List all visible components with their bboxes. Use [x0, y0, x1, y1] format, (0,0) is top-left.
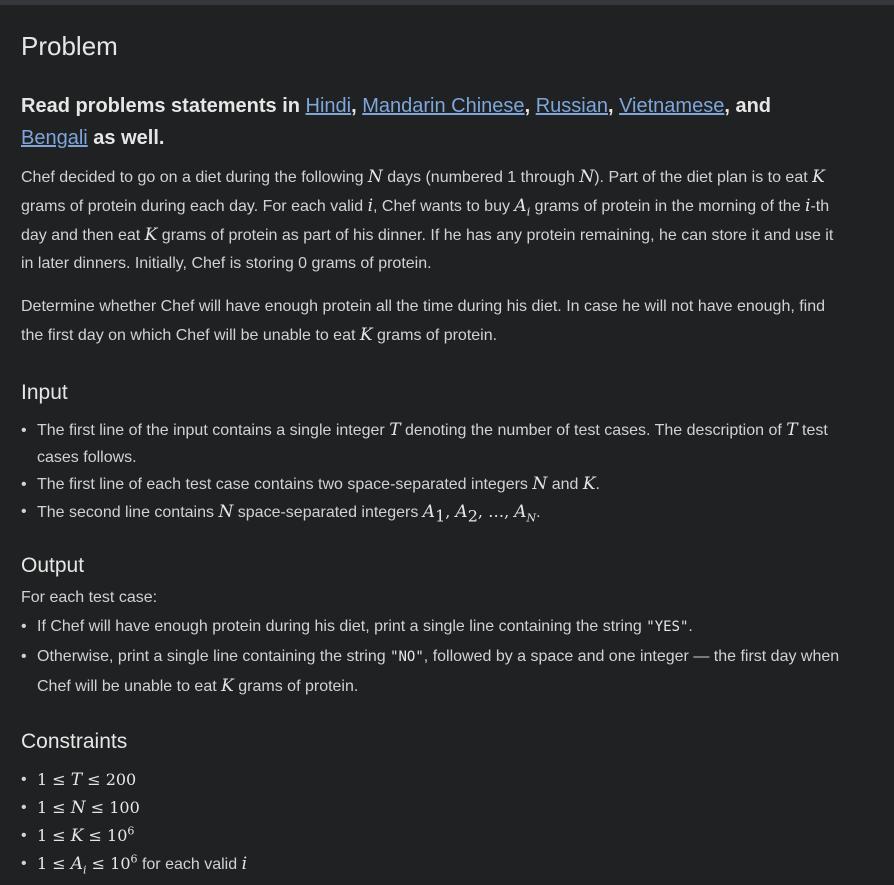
- output-heading: Output: [21, 554, 85, 577]
- link-vietnamese[interactable]: Vietnamese: [619, 95, 724, 117]
- link-mandarin-chinese[interactable]: Mandarin Chinese: [362, 95, 524, 117]
- constraints-heading: Constraints: [21, 730, 128, 753]
- language-links: Read problems statements in Hindi, Manda…: [21, 95, 772, 149]
- list-item: The first line of the input contains a s…: [21, 417, 861, 471]
- link-hindi[interactable]: Hindi: [306, 95, 352, 117]
- output-intro: For each test case:: [21, 589, 158, 606]
- statement-paragraph-2: Determine whether Chef will have enough …: [21, 298, 826, 345]
- list-item: 1 ≤ T ≤ 200: [21, 766, 861, 794]
- list-item: If Chef will have enough protein during …: [21, 612, 861, 642]
- constraints-list: 1 ≤ T ≤ 200 1 ≤ N ≤ 100 1 ≤ K ≤ 106 1 ≤ …: [21, 766, 861, 878]
- link-bengali[interactable]: Bengali: [21, 127, 88, 149]
- list-item: 1 ≤ N ≤ 100: [21, 794, 861, 822]
- input-list: The first line of the input contains a s…: [21, 417, 861, 526]
- list-item: 1 ≤ K ≤ 106: [21, 822, 861, 850]
- list-item: Otherwise, print a single line containin…: [21, 642, 861, 701]
- input-heading: Input: [21, 381, 68, 404]
- list-item: The second line contains N space-separat…: [21, 498, 861, 526]
- top-border: [0, 0, 894, 5]
- link-russian[interactable]: Russian: [536, 95, 608, 117]
- output-list: If Chef will have enough protein during …: [21, 612, 861, 701]
- list-item: 1 ≤ Ai ≤ 106 for each valid i: [21, 850, 861, 878]
- list-item: The first line of each test case contain…: [21, 471, 861, 498]
- problem-page: Problem Read problems statements in Hind…: [21, 14, 861, 878]
- page-title: Problem: [21, 31, 118, 61]
- statement-paragraph-1: Chef decided to go on a diet during the …: [21, 167, 834, 272]
